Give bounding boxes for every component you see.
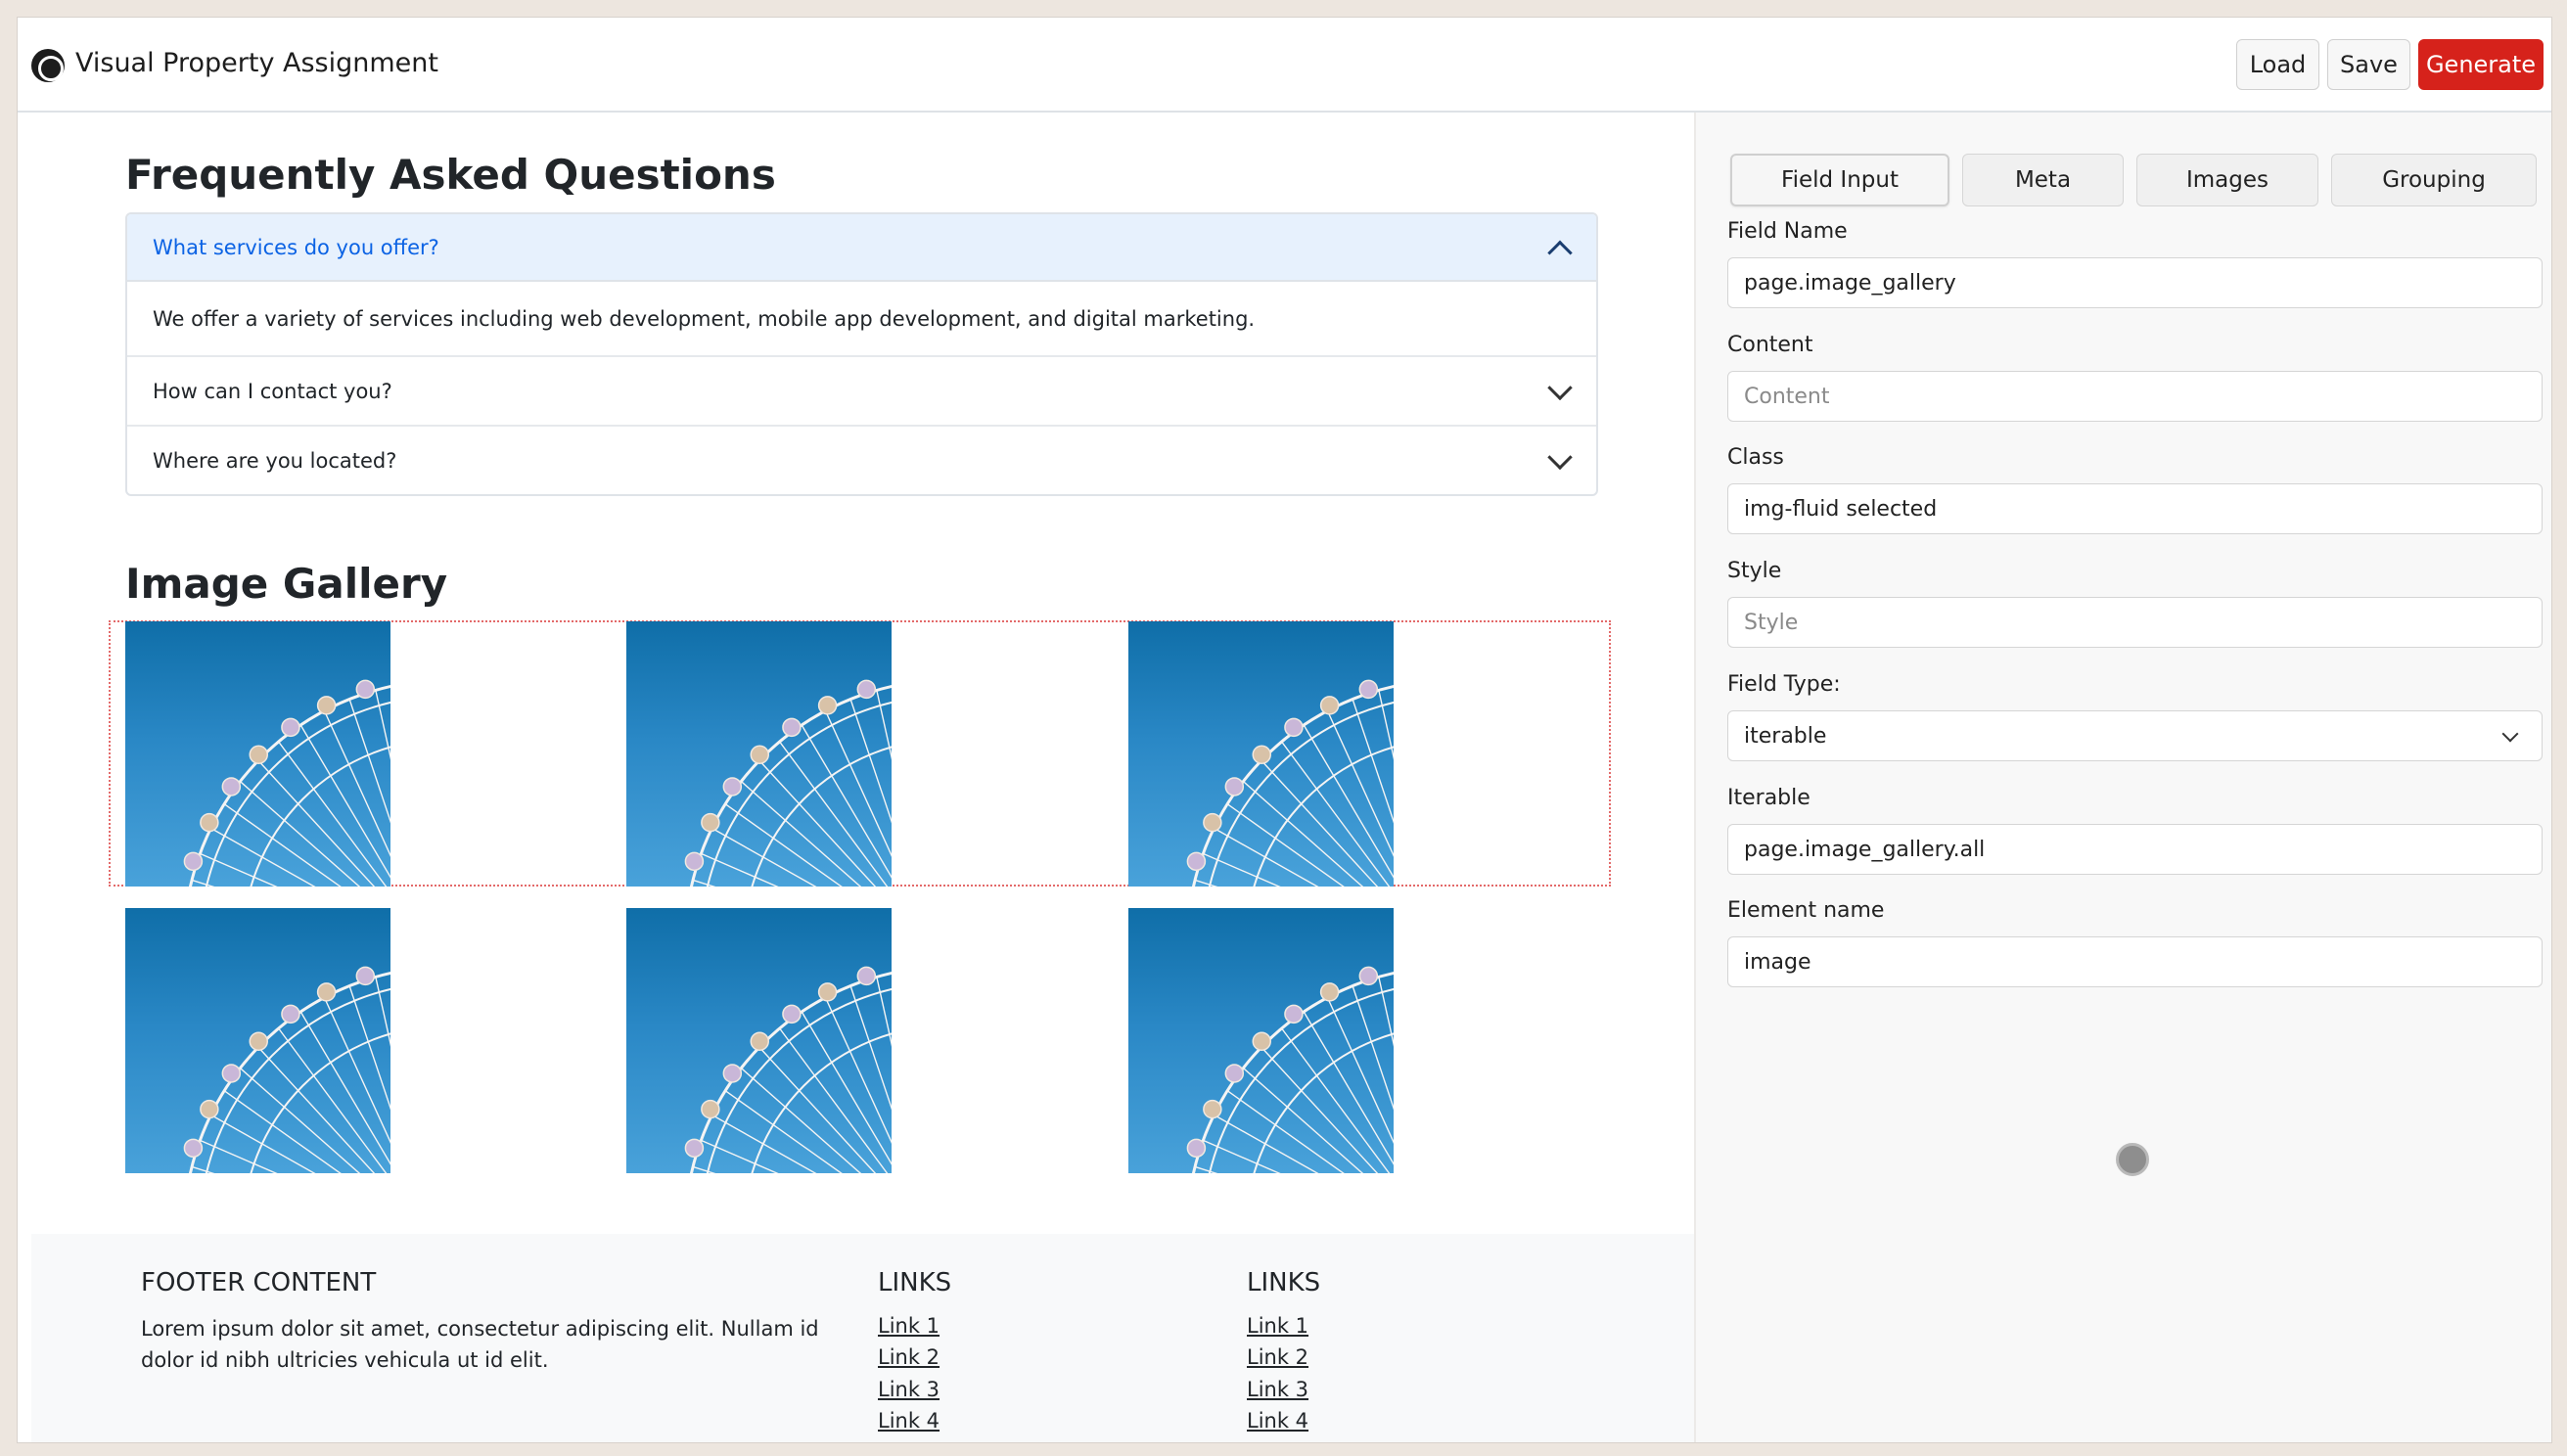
gallery-image[interactable] — [125, 621, 390, 887]
tab-grouping[interactable]: Grouping — [2331, 154, 2537, 206]
field-type-label: Field Type: — [1727, 672, 1841, 697]
footer-content-heading: FOOTER CONTENT — [141, 1268, 377, 1297]
class-input[interactable]: img-fluid selected — [1727, 483, 2543, 534]
field-name-label: Field Name — [1727, 219, 1848, 244]
element-name-input[interactable]: image — [1727, 936, 2543, 987]
tab-field-input[interactable]: Field Input — [1730, 154, 1949, 206]
element-name-label: Element name — [1727, 898, 1885, 923]
footer-link[interactable]: Link 2 — [1247, 1345, 1308, 1369]
app-header: Visual Property Assignment Load Save Gen… — [18, 18, 2551, 113]
footer-link[interactable]: Link 4 — [878, 1409, 940, 1433]
mouse-cursor-indicator — [2116, 1143, 2149, 1176]
class-label: Class — [1727, 445, 1784, 470]
accordion-item: How can I contact you? — [127, 355, 1596, 425]
footer-links-heading: LINKS — [878, 1268, 952, 1297]
footer-links-heading: LINKS — [1247, 1268, 1321, 1297]
footer-link[interactable]: Link 3 — [878, 1378, 940, 1401]
accordion-header-location[interactable]: Where are you located? — [127, 427, 1596, 494]
iterable-label: Iterable — [1727, 786, 1811, 810]
chevron-down-icon — [1547, 375, 1573, 400]
gallery-image[interactable] — [626, 908, 892, 1173]
content-label: Content — [1727, 333, 1813, 357]
accordion-body: We offer a variety of services including… — [127, 282, 1596, 355]
faq-accordion: What services do you offer? We offer a v… — [125, 212, 1598, 496]
accordion-answer: We offer a variety of services including… — [153, 306, 1256, 331]
style-label: Style — [1727, 559, 1782, 583]
save-button[interactable]: Save — [2327, 39, 2410, 90]
iterable-input[interactable]: page.image_gallery.all — [1727, 824, 2543, 875]
field-name-input[interactable]: page.image_gallery — [1727, 257, 2543, 308]
tab-images[interactable]: Images — [2136, 154, 2318, 206]
footer-link[interactable]: Link 3 — [1247, 1378, 1308, 1401]
accordion-header-services[interactable]: What services do you offer? — [127, 214, 1596, 282]
footer-link[interactable]: Link 2 — [878, 1345, 940, 1369]
accordion-question: Where are you located? — [153, 448, 397, 473]
field-type-select[interactable]: iterable — [1727, 710, 2543, 761]
load-button[interactable]: Load — [2236, 39, 2319, 90]
accordion-item: Where are you located? — [127, 425, 1596, 494]
app-window: Visual Property Assignment Load Save Gen… — [17, 17, 2552, 1443]
accordion-item: What services do you offer? We offer a v… — [127, 214, 1596, 355]
style-input[interactable]: Style — [1727, 597, 2543, 648]
gallery-image[interactable] — [125, 908, 390, 1173]
gallery-image[interactable] — [1128, 621, 1394, 887]
field-type-value: iterable — [1744, 723, 1827, 749]
gallery-image[interactable] — [626, 621, 892, 887]
footer-link[interactable]: Link 1 — [1247, 1314, 1308, 1338]
generate-button[interactable]: Generate — [2418, 39, 2544, 90]
footer-link[interactable]: Link 4 — [1247, 1409, 1308, 1433]
accordion-question: How can I contact you? — [153, 379, 392, 403]
chevron-up-icon — [1547, 240, 1573, 265]
tab-meta[interactable]: Meta — [1962, 154, 2124, 206]
content-input[interactable]: Content — [1727, 371, 2543, 422]
app-title: Visual Property Assignment — [75, 48, 438, 78]
gallery-title: Image Gallery — [125, 560, 448, 608]
chevron-down-icon — [2501, 725, 2519, 743]
property-panel: Field Input Meta Images Grouping Field N… — [1694, 113, 2551, 1442]
accordion-question: What services do you offer? — [153, 235, 439, 259]
footer-link[interactable]: Link 1 — [878, 1314, 940, 1338]
accordion-header-contact[interactable]: How can I contact you? — [127, 357, 1596, 425]
app-logo-icon — [31, 49, 65, 82]
gallery-image[interactable] — [1128, 908, 1394, 1173]
chevron-down-icon — [1547, 444, 1573, 470]
footer-content-text: Lorem ipsum dolor sit amet, consectetur … — [141, 1317, 819, 1372]
faq-title: Frequently Asked Questions — [125, 151, 776, 199]
